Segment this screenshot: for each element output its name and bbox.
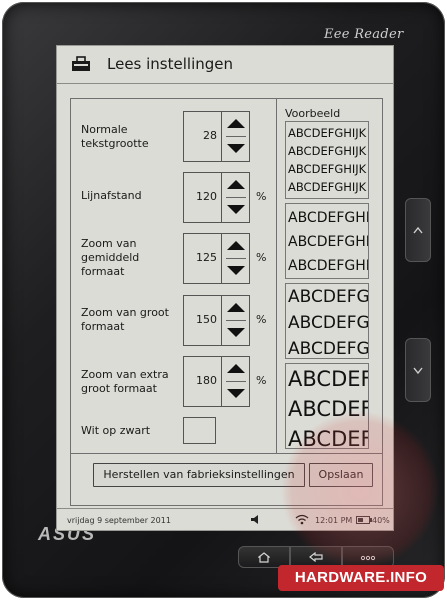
speaker-icon (251, 515, 258, 524)
stepper-value: 125 (196, 251, 217, 264)
setting-label: Normale tekstgrootte (81, 123, 149, 150)
status-time: 12:01 PM (315, 516, 353, 525)
arrow-up-icon[interactable] (227, 303, 245, 312)
stepper-buttons (221, 234, 249, 283)
stepper-buttons (221, 173, 249, 222)
reset-defaults-button[interactable]: Herstellen van fabrieksinstellingen (93, 463, 305, 487)
settings-panel: Normale tekstgrootte 28 Lijnafstand 120 (70, 98, 383, 506)
stepper-unit: % (256, 251, 267, 264)
ereader-device: Eee Reader ASUS Lees instellingen Normal… (2, 2, 445, 598)
line-spacing-stepper[interactable]: 120 (183, 172, 250, 223)
stepper-value: 180 (196, 374, 217, 387)
brand-logo: Eee Reader (324, 27, 404, 42)
arrow-up-icon[interactable] (227, 364, 245, 373)
battery-level: 40% (372, 516, 390, 525)
arrow-up-icon[interactable] (227, 119, 245, 128)
setting-label: Lijnafstand (81, 189, 142, 202)
white-on-black-checkbox[interactable] (183, 417, 216, 444)
arrow-down-icon[interactable] (227, 144, 245, 153)
status-date: vrijdag 9 september 2011 (67, 516, 171, 525)
page-title: Lees instellingen (107, 55, 233, 73)
arrow-down-icon[interactable] (227, 328, 245, 337)
arrow-down-icon[interactable] (227, 266, 245, 275)
setting-label: Zoom van gemiddeld formaat (81, 237, 140, 278)
text-size-stepper[interactable]: 28 (183, 111, 250, 162)
zoom-medium-stepper[interactable]: 125 (183, 233, 250, 284)
wifi-icon (295, 514, 309, 525)
preview-medium: ABCDEFGHIJK ABCDEFGHIJK ABCDEFGHIJK (285, 203, 369, 279)
chevron-up-icon (413, 226, 423, 234)
zoom-large-stepper[interactable]: 150 (183, 295, 250, 346)
stepper-value: 150 (196, 313, 217, 326)
back-arrow-icon (309, 551, 323, 563)
stepper-unit: % (256, 190, 267, 203)
save-button[interactable]: Opslaan (309, 463, 373, 487)
preview-normal: ABCDEFGHIJK ABCDEFGHIJK ABCDEFGHIJK ABCD… (285, 121, 369, 199)
watermark-logo: HARDWARE.INFO (278, 565, 444, 591)
button-divider (71, 453, 382, 454)
battery-icon (356, 516, 372, 524)
stepper-value: 28 (203, 129, 217, 142)
preview-large: ABCDEFGHIJK ABCDEFGHIJK ABCDEFGHIJK (285, 283, 369, 359)
preview-xlarge: ABCDEFGHIJK ABCDEFGHIJK ABCDEFGHIJK (285, 363, 369, 449)
eink-screen: Lees instellingen Normale tekstgrootte 2… (56, 45, 394, 531)
preview-title: Voorbeeld (285, 107, 341, 120)
toolbox-icon (72, 56, 90, 71)
stepper-unit: % (256, 313, 267, 326)
stepper-buttons (221, 112, 249, 161)
stepper-buttons (221, 296, 249, 345)
arrow-down-icon[interactable] (227, 205, 245, 214)
setting-label: Zoom van extra groot formaat (81, 368, 169, 395)
arrow-up-icon[interactable] (227, 241, 245, 250)
setting-label: Wit op zwart (81, 424, 151, 437)
setting-label: Zoom van groot formaat (81, 306, 169, 333)
more-dots-icon (360, 555, 376, 561)
page-up-button[interactable] (405, 198, 431, 262)
status-bar: vrijdag 9 september 2011 12:01 PM 40% (57, 508, 393, 530)
chevron-down-icon (413, 367, 423, 375)
column-divider (276, 99, 277, 453)
home-icon (257, 552, 271, 563)
title-bar: Lees instellingen (57, 46, 393, 84)
stepper-value: 120 (196, 190, 217, 203)
arrow-up-icon[interactable] (227, 180, 245, 189)
stepper-unit: % (256, 374, 267, 387)
stepper-buttons (221, 357, 249, 406)
page-down-button[interactable] (405, 338, 431, 402)
arrow-down-icon[interactable] (227, 389, 245, 398)
zoom-xlarge-stepper[interactable]: 180 (183, 356, 250, 407)
